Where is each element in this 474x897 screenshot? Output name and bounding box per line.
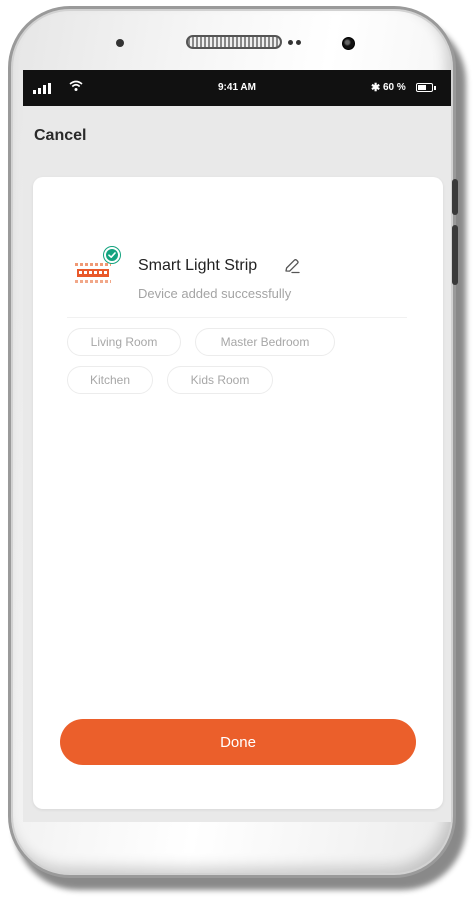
bluetooth-icon: ✱ [371, 82, 381, 94]
screen-bottom-band [23, 812, 451, 822]
room-chip-kids-room[interactable]: Kids Room [167, 366, 273, 394]
power-button [452, 225, 458, 285]
device-status-text: Device added successfully [138, 286, 292, 301]
proximity-sensor-icon [288, 40, 293, 45]
pencil-icon[interactable] [283, 257, 301, 275]
device-added-card: Smart Light Strip Device added successfu… [33, 177, 443, 809]
earpiece-speaker [186, 35, 282, 49]
divider [67, 317, 407, 318]
status-bar: 9:41 AM ✱ 60 % [23, 70, 451, 106]
device-name: Smart Light Strip [138, 257, 258, 274]
cancel-button[interactable]: Cancel [34, 127, 86, 145]
front-sensor-icon [116, 39, 124, 47]
done-button[interactable]: Done [60, 719, 416, 765]
room-chip-living-room[interactable]: Living Room [67, 328, 181, 356]
battery-icon [416, 83, 436, 92]
volume-button [452, 179, 458, 215]
room-chip-kitchen[interactable]: Kitchen [67, 366, 153, 394]
front-camera-icon [342, 37, 355, 50]
phone-screen: 9:41 AM ✱ 60 % Cancel Smart Light Strip … [23, 70, 451, 822]
battery-fill [418, 85, 426, 90]
checkmark-icon [104, 247, 120, 263]
room-chip-master-bedroom[interactable]: Master Bedroom [195, 328, 335, 356]
battery-percentage: 60 % [383, 82, 406, 93]
light-sensor-icon [296, 40, 301, 45]
